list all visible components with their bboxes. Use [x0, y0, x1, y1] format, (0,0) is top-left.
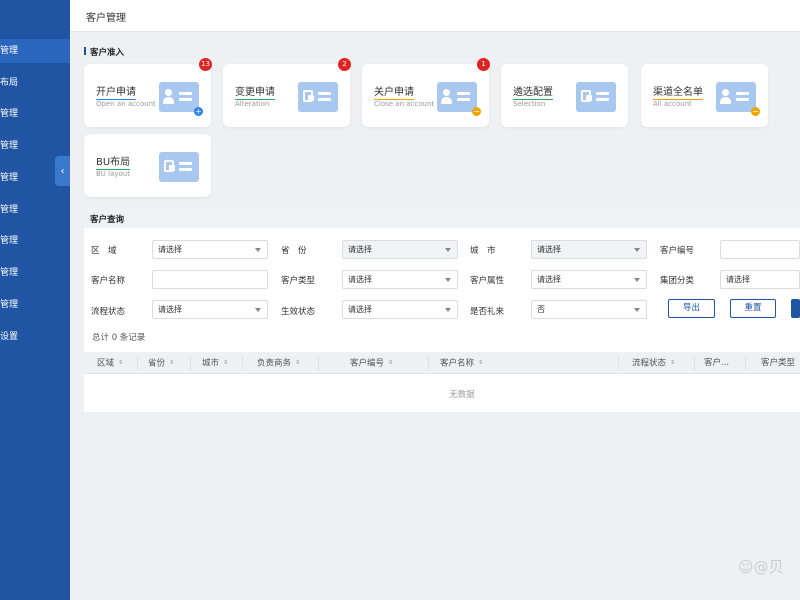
column-header-region[interactable]: 区域 ⇕: [97, 352, 123, 374]
sidebar-item-7[interactable]: 管理: [0, 229, 70, 253]
card-title: 开户申请: [96, 87, 136, 100]
card-open-account[interactable]: 开户申请 Open an account + 13: [84, 58, 212, 127]
column-header-customer-no[interactable]: 客户编号 ⇕: [350, 352, 393, 374]
card-subtitle: Open an account: [96, 100, 156, 108]
column-header-flow-status[interactable]: 流程状态 ⇕: [632, 352, 675, 374]
card-alteration[interactable]: 变更申请 Alteration 2: [223, 58, 351, 127]
card-subtitle: BU layout: [96, 170, 130, 178]
label-customer-type: 客户类型: [281, 276, 316, 286]
chevron-down-icon: [445, 248, 451, 252]
sort-icon: ⇕: [118, 359, 124, 366]
card-close-account[interactable]: 关户申请 Close an account − 1: [362, 58, 490, 127]
card-all-account[interactable]: 渠道全名单 All account −: [641, 64, 768, 127]
sidebar: 管理 布局 管理 管理 管理 管理 管理 管理 管理 设置 ‹: [0, 0, 70, 600]
sidebar-item-8[interactable]: 管理: [0, 261, 70, 285]
label-flow-status: 流程状态: [91, 307, 126, 317]
total-count: 总计 0 条记录: [92, 333, 146, 343]
chevron-down-icon: [634, 308, 640, 312]
sort-icon: ⇕: [295, 359, 301, 366]
province-select[interactable]: 请选择: [342, 240, 458, 259]
chevron-down-icon: [634, 248, 640, 252]
flow-status-select[interactable]: 请选择: [152, 300, 268, 319]
column-header-city[interactable]: 城市 ⇕: [202, 352, 228, 374]
chevron-down-icon: [255, 308, 261, 312]
notification-badge: 2: [338, 58, 351, 71]
notification-badge: 1: [477, 58, 490, 71]
section-title-query: 客户查询: [90, 215, 125, 225]
chevron-left-icon: ‹: [60, 165, 65, 177]
notification-badge: 13: [199, 58, 212, 71]
sort-icon: ⇕: [670, 359, 676, 366]
sidebar-item-1[interactable]: 管理: [0, 39, 70, 63]
chevron-down-icon: [255, 248, 261, 252]
section-title-access: 客户准入: [84, 46, 124, 58]
effective-status-select[interactable]: 请选择: [342, 300, 458, 319]
label-region: 区 域: [91, 246, 117, 256]
card-bu-layout[interactable]: BU布局 BU layout: [84, 134, 211, 197]
column-header-customer-name[interactable]: 客户名称 ⇕: [440, 352, 483, 374]
card-subtitle: All account: [653, 100, 692, 108]
sort-icon: ⇕: [478, 359, 484, 366]
group-class-select[interactable]: 请选择: [720, 270, 800, 289]
customer-no-input[interactable]: [720, 240, 800, 259]
table-body: 无数据: [84, 374, 800, 412]
sidebar-item-settings[interactable]: 设置: [0, 325, 70, 349]
customer-attr-select[interactable]: 请选择: [531, 270, 647, 289]
label-customer-name: 客户名称: [91, 276, 126, 286]
export-button[interactable]: 导出: [668, 299, 715, 318]
label-province: 省 份: [281, 246, 307, 256]
sidebar-item-3[interactable]: 管理: [0, 102, 70, 126]
gift-select[interactable]: 否: [531, 300, 647, 319]
table-header: 区域 ⇕ 省份 ⇕ 城市 ⇕ 负责商务 ⇕ 客户编号 ⇕ 客户名称 ⇕ 流程状态 ⇕ 客户..…: [84, 352, 800, 374]
card-title: BU布局: [96, 157, 131, 170]
sidebar-item-2[interactable]: 布局: [0, 71, 70, 95]
query-header: 客户查询: [84, 208, 800, 228]
sidebar-item-6[interactable]: 管理: [0, 198, 70, 222]
label-customer-no: 客户编号: [660, 246, 695, 256]
label-city: 城 市: [470, 246, 496, 256]
header-bar: 客户管理: [70, 0, 800, 32]
sort-icon: ⇕: [223, 359, 229, 366]
label-customer-attr: 客户属性: [470, 276, 505, 286]
card-title: 渠道全名单: [653, 87, 703, 100]
card-title: 变更申请: [235, 87, 275, 100]
chevron-down-icon: [445, 308, 451, 312]
card-subtitle: Close an account: [374, 100, 435, 108]
column-header-sales[interactable]: 负责商务 ⇕: [257, 352, 300, 374]
customer-type-select[interactable]: 请选择: [342, 270, 458, 289]
card-selection[interactable]: 遴选配置 Selection: [501, 64, 628, 127]
watermark: ☺@贝: [738, 558, 784, 576]
change-card-icon: [298, 82, 338, 112]
sidebar-item-4[interactable]: 管理: [0, 134, 70, 158]
column-header-customer-short[interactable]: 客户...: [704, 352, 729, 374]
card-subtitle: Alteration: [235, 100, 270, 108]
label-group-class: 集团分类: [660, 276, 695, 286]
column-header-customer-type[interactable]: 客户类型: [761, 352, 795, 374]
sidebar-item-9[interactable]: 管理: [0, 293, 70, 317]
reset-button[interactable]: 重置: [730, 299, 776, 318]
change-card-icon: [576, 82, 616, 112]
chevron-down-icon: [634, 278, 640, 282]
card-subtitle: Selection: [513, 100, 546, 108]
sort-icon: ⇕: [169, 359, 175, 366]
region-select[interactable]: 请选择: [152, 240, 268, 259]
empty-state: 无数据: [449, 390, 475, 400]
collapse-sidebar-button[interactable]: ‹: [55, 156, 70, 186]
card-title: 遴选配置: [513, 87, 553, 100]
chevron-down-icon: [445, 278, 451, 282]
user-card-icon: −: [716, 82, 760, 116]
card-title: 关户申请: [374, 87, 414, 100]
label-gift: 是否礼来: [470, 307, 505, 317]
label-effective-status: 生效状态: [281, 307, 316, 317]
city-select[interactable]: 请选择: [531, 240, 647, 259]
page-title: 客户管理: [86, 13, 126, 24]
user-card-icon: +: [159, 82, 203, 116]
change-card-icon: [159, 152, 199, 182]
search-button[interactable]: [791, 299, 800, 318]
user-card-icon: −: [437, 82, 481, 116]
sort-icon: ⇕: [388, 359, 394, 366]
customer-name-input[interactable]: [152, 270, 268, 289]
column-header-province[interactable]: 省份 ⇕: [148, 352, 174, 374]
